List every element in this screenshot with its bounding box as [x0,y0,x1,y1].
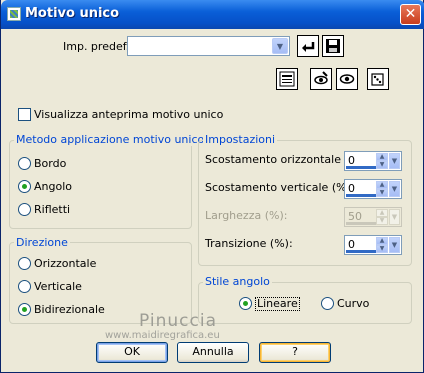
radio-angolo-label: Angolo [34,180,72,193]
step-down-icon[interactable]: ▼ [376,161,388,169]
radio-orizzontale-label: Orizzontale [34,257,97,270]
v-offset-slider[interactable] [346,194,376,197]
radio-lineare[interactable] [239,297,252,310]
transition-slider[interactable] [346,250,376,253]
radio-bordo[interactable] [18,157,31,170]
radio-curvo[interactable] [321,297,334,310]
settings-group-legend: Impostazioni [203,133,278,146]
radio-bidirezionale[interactable] [18,303,31,316]
watermark-name: Pinuccia [139,311,217,331]
dialog-window: Motivo unico ✕ Imp. predef.: ▼ Visualizz… [0,0,424,373]
chevron-down-icon: ▼ [389,209,400,225]
app-icon [7,7,21,21]
proof-button[interactable] [336,68,358,90]
corner-style-legend: Stile angolo [203,275,272,288]
v-offset-stepper[interactable]: ▲ ▼ [376,181,388,197]
dialog-list-icon [279,71,295,87]
window-title: Motivo unico [25,6,120,21]
step-down-icon[interactable]: ▼ [376,245,388,253]
preview-toggle-button[interactable] [310,68,332,90]
chevron-down-icon[interactable]: ▼ [272,38,288,54]
h-offset-label: Scostamento orizzontale (%): [205,153,368,166]
width-label: Larghezza (%): [205,209,288,222]
title-bar[interactable]: Motivo unico ✕ [1,0,424,29]
chevron-down-icon[interactable]: ▼ [389,153,400,169]
step-down-icon: ▼ [376,217,388,225]
radio-rifletti[interactable] [18,203,31,216]
undo-arrow-icon [302,42,315,52]
close-button[interactable]: ✕ [400,4,421,25]
width-stepper: ▲ ▼ [376,209,388,225]
save-preset-button[interactable] [322,35,344,57]
chevron-down-icon[interactable]: ▼ [389,181,400,197]
width-slider [346,222,376,225]
help-button[interactable]: ? [259,342,331,363]
reset-preset-button[interactable] [297,35,319,57]
radio-verticale-label: Verticale [34,280,82,293]
random-parameters-button[interactable] [276,68,298,90]
v-offset-label: Scostamento verticale (%): [205,181,355,194]
transition-stepper[interactable]: ▲ ▼ [376,237,388,253]
step-down-icon[interactable]: ▼ [376,189,388,197]
preset-label: Imp. predef.: [63,40,133,53]
eye-pin-icon [314,71,328,85]
eye-icon [339,74,355,84]
chevron-down-icon[interactable]: ▼ [389,237,400,253]
dice-icon [371,73,384,86]
h-offset-stepper[interactable]: ▲ ▼ [376,153,388,169]
radio-angolo[interactable] [18,180,31,193]
width-spinner: 50 ▲ ▼ ▼ [344,207,402,227]
radio-bordo-label: Bordo [34,157,67,170]
h-offset-slider[interactable] [346,166,376,169]
step-up-icon[interactable]: ▲ [376,181,388,189]
cancel-button[interactable]: Annulla [177,342,249,363]
radio-orizzontale[interactable] [18,257,31,270]
preset-dropdown[interactable]: ▼ [127,36,290,56]
transition-spinner[interactable]: 0 ▲ ▼ ▼ [344,235,402,255]
watermark-site: www.maidiregrafica.eu [105,330,220,341]
v-offset-spinner[interactable]: 0 ▲ ▼ ▼ [344,179,402,199]
step-up-icon: ▲ [376,209,388,217]
randomize-button[interactable] [367,68,389,90]
step-up-icon[interactable]: ▲ [376,153,388,161]
floppy-disk-icon [326,39,340,53]
method-group-legend: Metodo applicazione motivo unico [14,133,207,146]
transition-label: Transizione (%): [205,237,293,250]
radio-rifletti-label: Rifletti [34,203,71,216]
h-offset-spinner[interactable]: 0 ▲ ▼ ▼ [344,151,402,171]
step-up-icon[interactable]: ▲ [376,237,388,245]
direction-group-legend: Direzione [14,236,70,249]
radio-curvo-label: Curvo [337,297,370,310]
radio-verticale[interactable] [18,280,31,293]
corner-style-group [198,282,412,324]
ok-button[interactable]: OK [96,342,168,363]
preview-checkbox[interactable] [18,108,31,121]
radio-lineare-label: Lineare [255,297,300,311]
radio-bidirezionale-label: Bidirezionale [34,303,105,316]
preview-checkbox-label: Visualizza anteprima motivo unico [34,108,224,121]
